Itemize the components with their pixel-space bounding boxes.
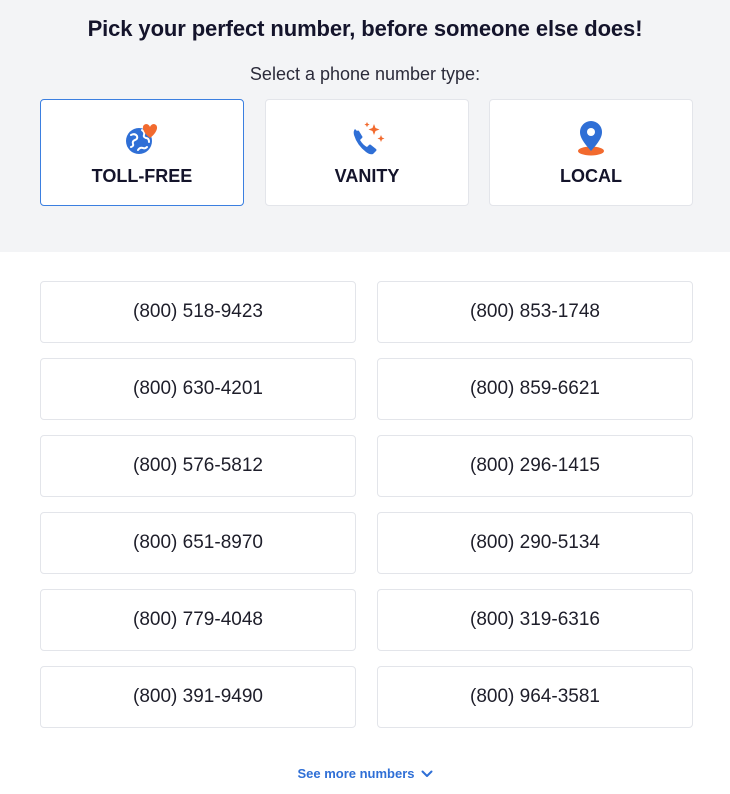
location-pin-icon bbox=[578, 121, 604, 156]
type-label-local: LOCAL bbox=[560, 166, 622, 186]
phone-sparkle-icon bbox=[353, 122, 385, 155]
type-card-local[interactable]: LOCAL bbox=[489, 99, 693, 206]
number-option[interactable]: (800) 630-4201 bbox=[40, 358, 356, 420]
see-more-link[interactable]: See more numbers bbox=[297, 766, 433, 781]
globe-heart-icon bbox=[126, 124, 158, 154]
number-option[interactable]: (800) 576-5812 bbox=[40, 435, 356, 497]
number-option[interactable]: (800) 296-1415 bbox=[377, 435, 693, 497]
number-type-section: Pick your perfect number, before someone… bbox=[0, 0, 730, 252]
type-label-toll-free: TOLL-FREE bbox=[91, 166, 193, 186]
type-label-vanity: VANITY bbox=[334, 166, 400, 186]
number-option[interactable]: (800) 779-4048 bbox=[40, 589, 356, 651]
number-option[interactable]: (800) 518-9423 bbox=[40, 281, 356, 343]
see-more-label: See more numbers bbox=[297, 766, 415, 781]
see-more-container: See more numbers bbox=[0, 766, 730, 781]
number-option[interactable]: (800) 651-8970 bbox=[40, 512, 356, 574]
number-option[interactable]: (800) 859-6621 bbox=[377, 358, 693, 420]
number-option[interactable]: (800) 290-5134 bbox=[377, 512, 693, 574]
number-option[interactable]: (800) 391-9490 bbox=[40, 666, 356, 728]
type-prompt: Select a phone number type: bbox=[249, 64, 481, 84]
chevron-down-icon bbox=[421, 770, 433, 777]
page-title: Pick your perfect number, before someone… bbox=[87, 16, 643, 41]
number-option[interactable]: (800) 319-6316 bbox=[377, 589, 693, 651]
type-card-toll-free[interactable]: TOLL-FREE bbox=[40, 99, 244, 206]
number-option[interactable]: (800) 853-1748 bbox=[377, 281, 693, 343]
type-card-vanity[interactable]: VANITY bbox=[265, 99, 469, 206]
number-option[interactable]: (800) 964-3581 bbox=[377, 666, 693, 728]
